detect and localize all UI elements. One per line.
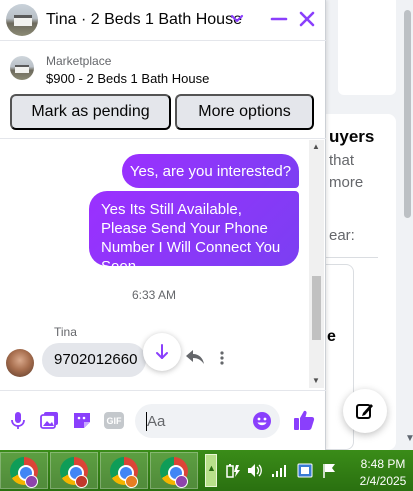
new-message-button[interactable] bbox=[343, 389, 387, 433]
sender-name: Tina bbox=[54, 325, 77, 339]
thumbs-up-icon[interactable] bbox=[292, 408, 316, 432]
arrow-down-icon bbox=[156, 344, 168, 359]
listing-thumbnail[interactable] bbox=[10, 56, 34, 80]
chat-window: Tina · 2 Beds 1 Bath House Marketplace $… bbox=[0, 0, 326, 450]
background-heading: uyers bbox=[329, 127, 375, 146]
message-composer: GIF bbox=[0, 390, 326, 450]
system-tray bbox=[225, 450, 345, 491]
listing-title[interactable]: $900 - 2 Beds 1 Bath House bbox=[46, 71, 209, 86]
message-list: Yes, are you interested? Yes Its Still A… bbox=[0, 140, 326, 388]
compose-icon bbox=[356, 404, 373, 419]
emoji-icon[interactable] bbox=[252, 411, 272, 431]
language-bar-icon[interactable] bbox=[297, 462, 313, 479]
message-timestamp: 6:33 AM bbox=[131, 288, 177, 302]
action-center-flag-icon[interactable] bbox=[321, 462, 337, 479]
clock-date[interactable]: 2/4/2025 bbox=[354, 474, 412, 488]
chat-header[interactable]: Tina · 2 Beds 1 Bath House bbox=[0, 0, 326, 41]
taskbar: ▲ 8:48 PM 2/4/2025 bbox=[0, 450, 413, 491]
more-icon[interactable] bbox=[218, 350, 226, 366]
mark-as-pending-button[interactable]: Mark as pending bbox=[10, 94, 171, 130]
scroll-up-arrow-icon[interactable]: ▲ bbox=[312, 142, 320, 151]
chevron-down-icon[interactable] bbox=[230, 10, 244, 28]
background-text-line: that bbox=[329, 152, 355, 169]
taskbar-chrome-button[interactable] bbox=[0, 452, 48, 489]
background-text-line: e bbox=[327, 328, 336, 345]
sender-avatar[interactable] bbox=[6, 349, 34, 377]
profile-avatar bbox=[175, 475, 188, 488]
taskbar-chrome-button[interactable] bbox=[50, 452, 98, 489]
incoming-message[interactable]: 9702012660 bbox=[42, 343, 146, 377]
background-card-top bbox=[338, 0, 396, 95]
profile-avatar bbox=[25, 475, 38, 488]
background-divider bbox=[318, 257, 378, 258]
background-text-line: more bbox=[329, 174, 364, 191]
profile-avatar bbox=[75, 475, 88, 488]
photo-icon[interactable] bbox=[40, 410, 60, 430]
chevron-up-icon: ▲ bbox=[207, 463, 216, 473]
sticker-icon[interactable] bbox=[72, 410, 92, 430]
text-caret bbox=[146, 412, 147, 431]
minimize-icon[interactable] bbox=[268, 8, 290, 30]
scroll-to-bottom-button[interactable] bbox=[143, 333, 181, 371]
message-scrollbar[interactable] bbox=[309, 140, 324, 388]
scroll-down-arrow-icon[interactable]: ▼ bbox=[312, 376, 320, 385]
page-scrollbar-thumb[interactable] bbox=[404, 10, 411, 218]
network-signal-icon[interactable] bbox=[271, 462, 287, 479]
gif-icon[interactable]: GIF bbox=[104, 412, 124, 429]
background-text-line: ear: bbox=[329, 227, 355, 244]
message-scrollbar-thumb[interactable] bbox=[312, 276, 321, 340]
marketplace-label: Marketplace bbox=[46, 54, 112, 68]
taskbar-chrome-button[interactable] bbox=[150, 452, 198, 489]
outgoing-message[interactable]: Yes Its Still Available, Please Send You… bbox=[89, 191, 299, 275]
battery-icon[interactable] bbox=[225, 462, 241, 479]
listing-avatar[interactable] bbox=[6, 4, 38, 36]
marketplace-listing-bar: Marketplace $900 - 2 Beds 1 Bath House M… bbox=[0, 41, 326, 139]
volume-icon[interactable] bbox=[247, 462, 263, 479]
close-icon[interactable] bbox=[296, 8, 318, 30]
profile-avatar bbox=[125, 475, 138, 488]
clock-time[interactable]: 8:48 PM bbox=[354, 457, 412, 471]
chat-title[interactable]: Tina · 2 Beds 1 Bath House bbox=[46, 11, 242, 29]
reply-icon[interactable] bbox=[185, 349, 205, 365]
microphone-icon[interactable] bbox=[8, 410, 28, 430]
taskbar-chrome-button[interactable] bbox=[100, 452, 148, 489]
page-scroll-down-icon[interactable]: ▼ bbox=[405, 433, 413, 444]
more-options-button[interactable]: More options bbox=[175, 94, 314, 130]
outgoing-message[interactable]: Yes, are you interested? bbox=[122, 154, 299, 188]
